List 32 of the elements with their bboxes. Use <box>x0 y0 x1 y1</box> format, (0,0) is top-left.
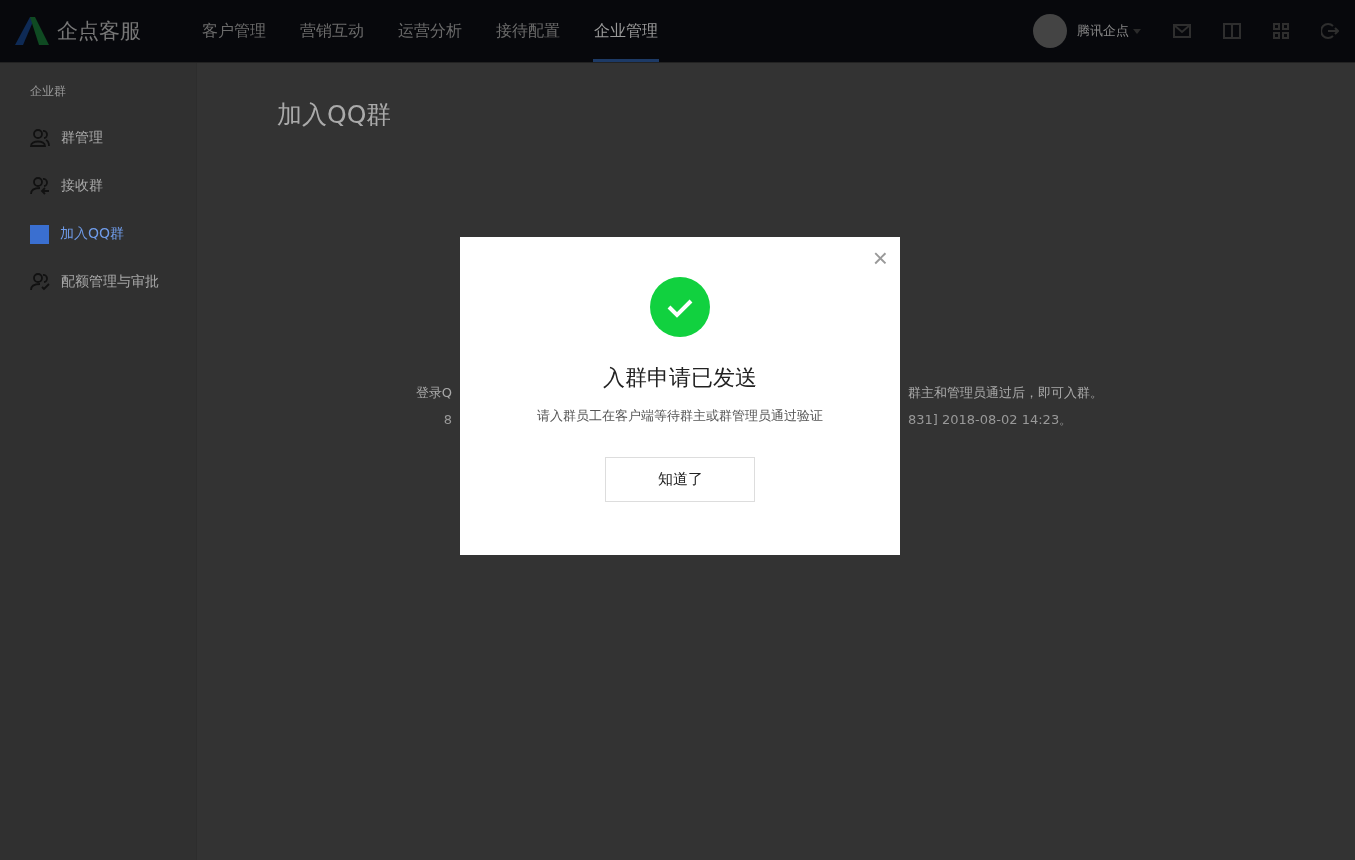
avatar-icon[interactable] <box>1033 14 1067 48</box>
info-text: 群主和管理员通过后，即可入群。 <box>908 383 1104 402</box>
dialog-message: 请入群员工在客户端等待群主或群管理员通过验证 <box>537 407 823 425</box>
logo-icon <box>13 17 51 45</box>
sidebar-item[interactable]: 接收群 <box>0 162 196 210</box>
page-title: 加入QQ群 <box>277 99 393 131</box>
mail-icon[interactable] <box>1173 24 1191 38</box>
grid-icon[interactable] <box>1273 23 1289 39</box>
sidebar-heading: 企业群 <box>29 83 67 100</box>
dialog-title: 入群申请已发送 <box>603 364 757 392</box>
nav-tab[interactable]: 营销互动 <box>299 0 365 62</box>
nav-tab[interactable]: 接待配置 <box>495 0 561 62</box>
info-text: 831] 2018-08-02 14:23。 <box>908 410 1074 429</box>
sidebar-item[interactable]: 配额管理与审批 <box>0 258 196 306</box>
book-icon[interactable] <box>1223 23 1241 39</box>
logout-icon[interactable] <box>1321 23 1339 39</box>
success-check-icon <box>650 277 710 337</box>
account-name[interactable]: 腾讯企点 <box>1077 22 1129 40</box>
caret-icon <box>1133 28 1141 34</box>
people-check-icon <box>30 273 50 291</box>
people-arrow-icon <box>30 177 50 195</box>
sidebar-item[interactable]: 加入QQ群 <box>0 210 196 258</box>
square-icon <box>30 224 49 244</box>
info-text: 8 <box>443 412 452 427</box>
sidebar-item[interactable]: 群管理 <box>0 114 196 162</box>
info-text: 登录Q <box>415 383 452 402</box>
acknowledge-button[interactable]: 知道了 <box>605 457 755 502</box>
brand-name: 企点客服 <box>57 18 141 45</box>
nav-tab[interactable]: 客户管理 <box>201 0 267 62</box>
people-icon <box>30 129 50 147</box>
nav-tab[interactable]: 运营分析 <box>397 0 463 62</box>
nav-tab[interactable]: 企业管理 <box>593 0 659 62</box>
